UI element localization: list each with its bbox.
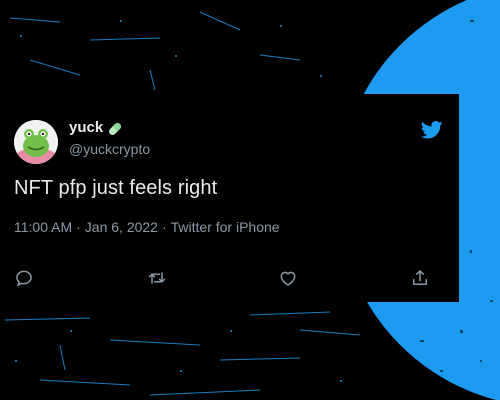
retweet-icon <box>148 272 166 284</box>
reply-icon <box>16 270 32 287</box>
reply-button[interactable] <box>14 268 34 288</box>
share-icon <box>413 270 427 285</box>
meta-separator: · <box>161 219 167 235</box>
tweet-source[interactable]: Twitter for iPhone <box>171 219 280 235</box>
meta-separator: · <box>76 219 81 235</box>
frog-avatar-icon <box>14 120 58 164</box>
avatar[interactable] <box>14 120 58 164</box>
tweet-time[interactable]: 11:00 AM <box>14 219 72 235</box>
tweet-text: NFT pfp just feels right <box>14 177 218 199</box>
user-handle[interactable]: @yuckcrypto <box>69 141 150 157</box>
display-name[interactable]: yuck <box>69 119 103 136</box>
tweet-date[interactable]: Jan 6, 2022 <box>85 219 158 235</box>
retweet-button[interactable] <box>147 268 167 288</box>
twitter-bird-icon[interactable] <box>420 121 443 139</box>
share-button[interactable] <box>410 268 430 288</box>
tweet-meta: 11:00 AM · Jan 6, 2022 · Twitter for iPhone <box>14 219 280 235</box>
like-icon <box>280 271 296 286</box>
pill-icon <box>106 120 124 138</box>
like-button[interactable] <box>278 268 298 288</box>
